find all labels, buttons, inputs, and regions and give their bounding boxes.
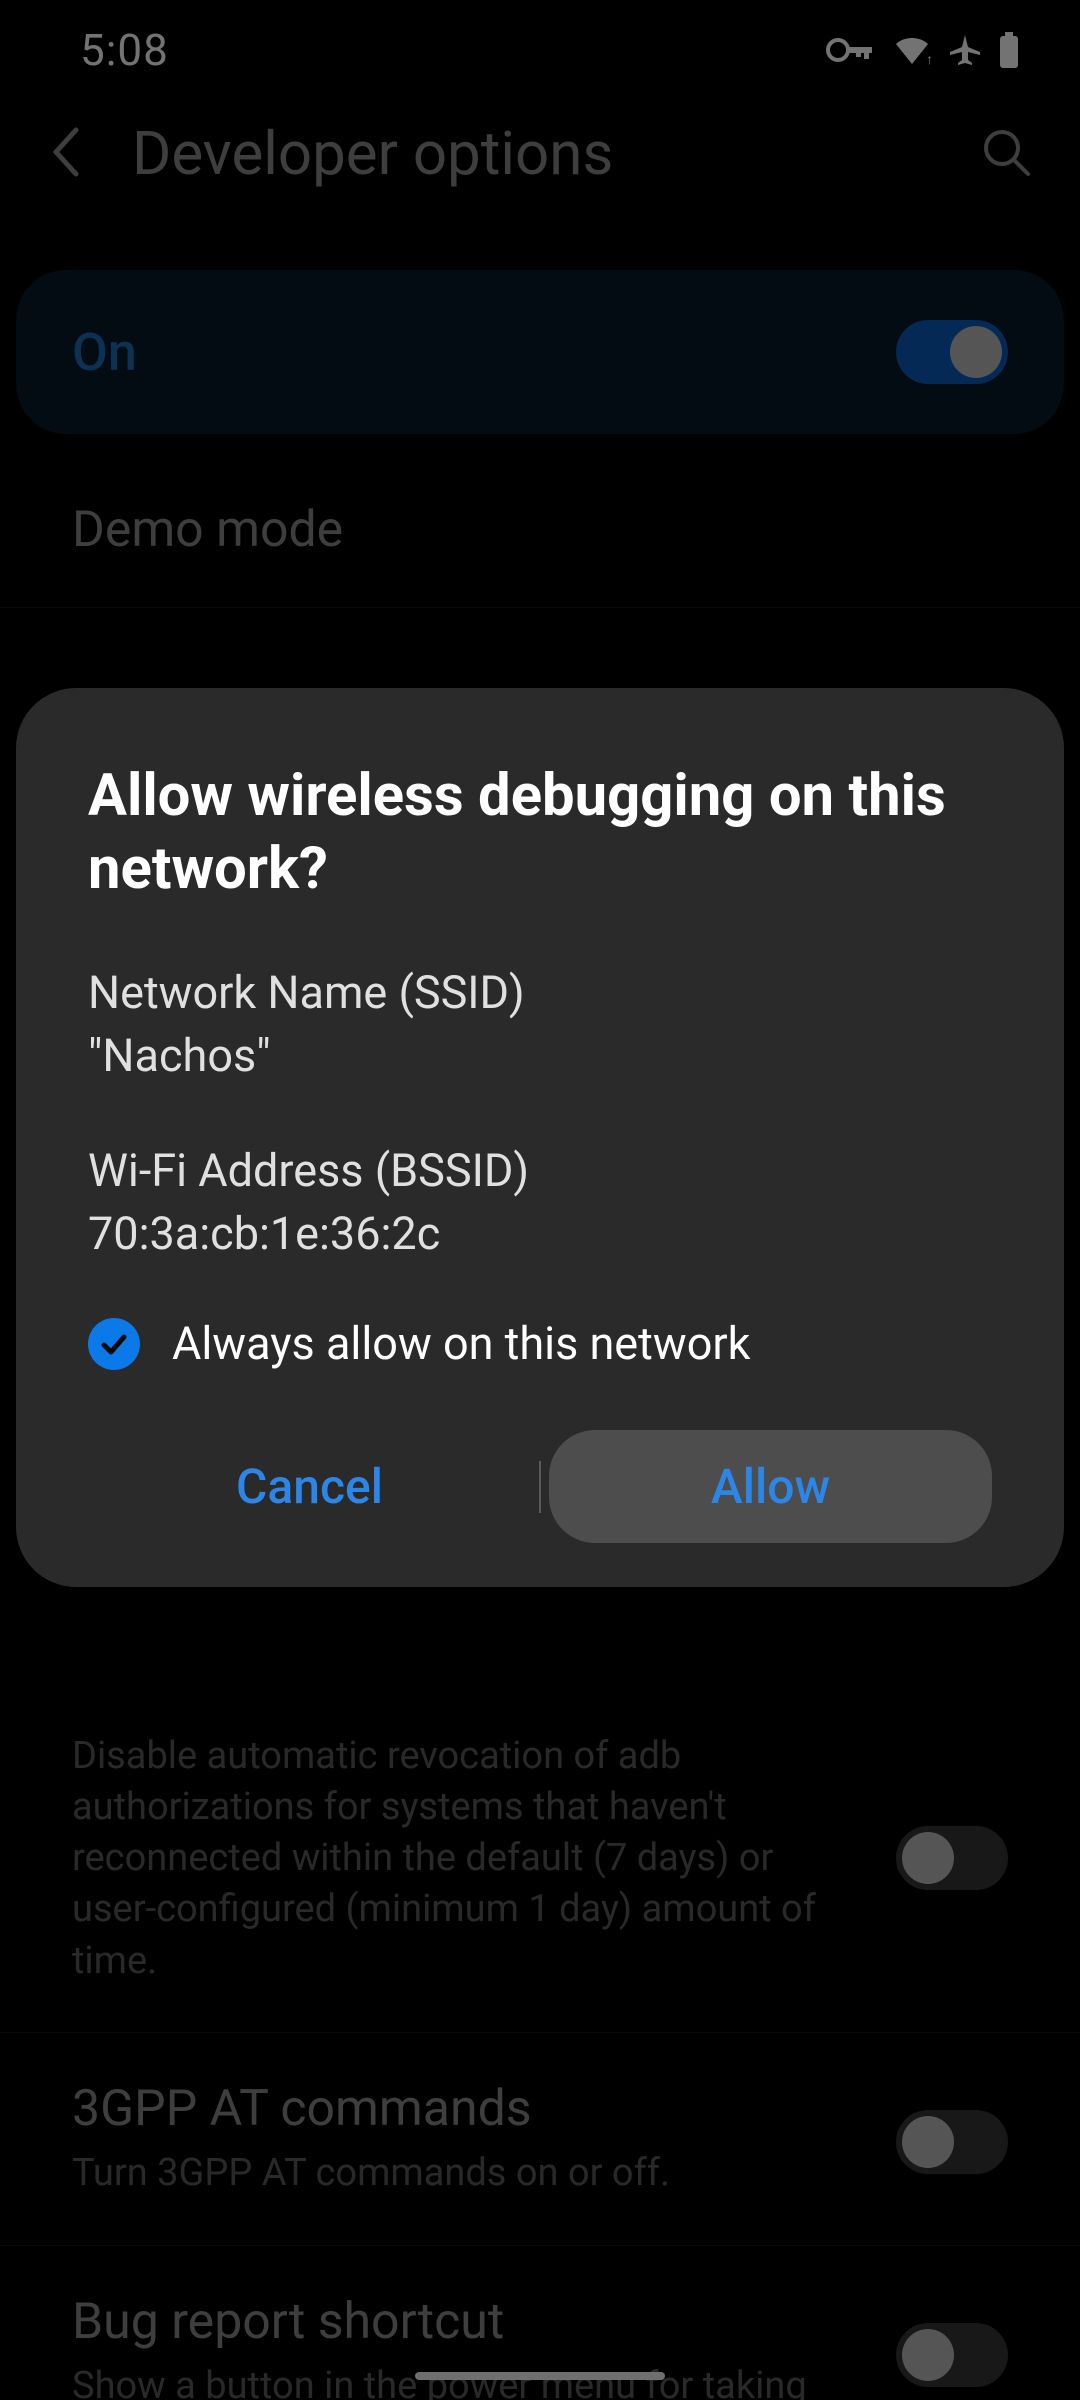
bssid-label: Wi-Fi Address (BSSID) — [88, 1139, 992, 1202]
dialog-title: Allow wireless debugging on this network… — [88, 760, 992, 905]
wireless-debugging-dialog: Allow wireless debugging on this network… — [16, 688, 1064, 1587]
dialog-bssid-block: Wi-Fi Address (BSSID) 70:3a:cb:1e:36:2c — [88, 1139, 992, 1265]
bssid-value: 70:3a:cb:1e:36:2c — [88, 1202, 992, 1265]
allow-button[interactable]: Allow — [549, 1430, 992, 1543]
ssid-label: Network Name (SSID) — [88, 961, 992, 1024]
home-indicator[interactable] — [415, 2372, 665, 2380]
checkbox-checked-icon[interactable] — [88, 1318, 140, 1370]
always-allow-checkbox-row[interactable]: Always allow on this network — [88, 1317, 992, 1370]
ssid-value: "Nachos" — [88, 1024, 992, 1087]
cancel-button[interactable]: Cancel — [88, 1430, 531, 1543]
button-separator — [539, 1461, 541, 1513]
dialog-ssid-block: Network Name (SSID) "Nachos" — [88, 961, 992, 1087]
dialog-button-row: Cancel Allow — [88, 1430, 992, 1543]
always-allow-label: Always allow on this network — [172, 1317, 750, 1370]
